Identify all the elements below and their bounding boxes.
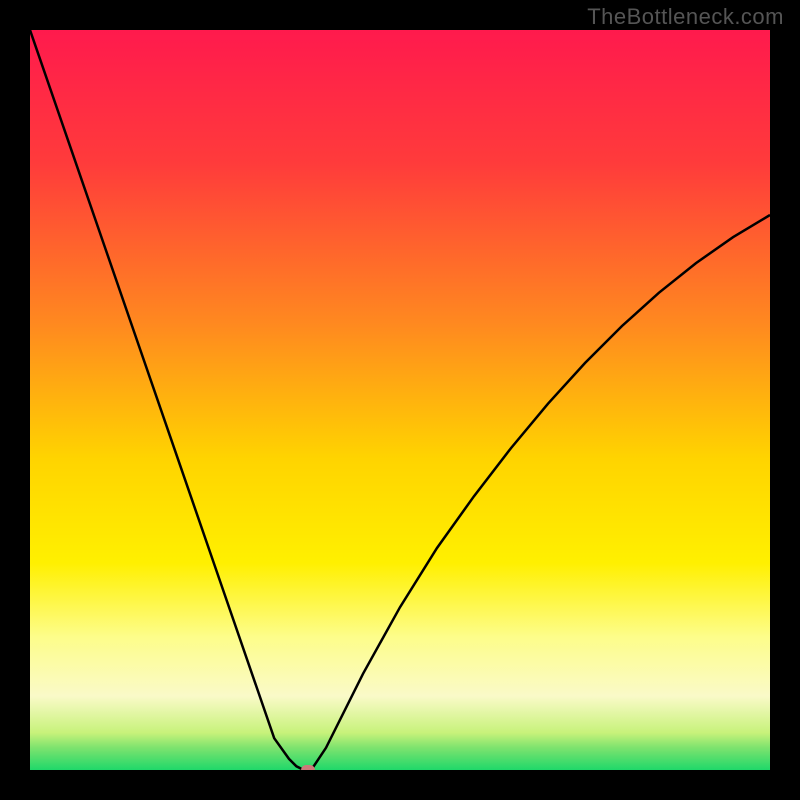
optimal-point-marker <box>301 765 315 770</box>
chart-plot-area <box>30 30 770 770</box>
bottleneck-curve <box>30 30 770 770</box>
watermark-text: TheBottleneck.com <box>587 4 784 30</box>
